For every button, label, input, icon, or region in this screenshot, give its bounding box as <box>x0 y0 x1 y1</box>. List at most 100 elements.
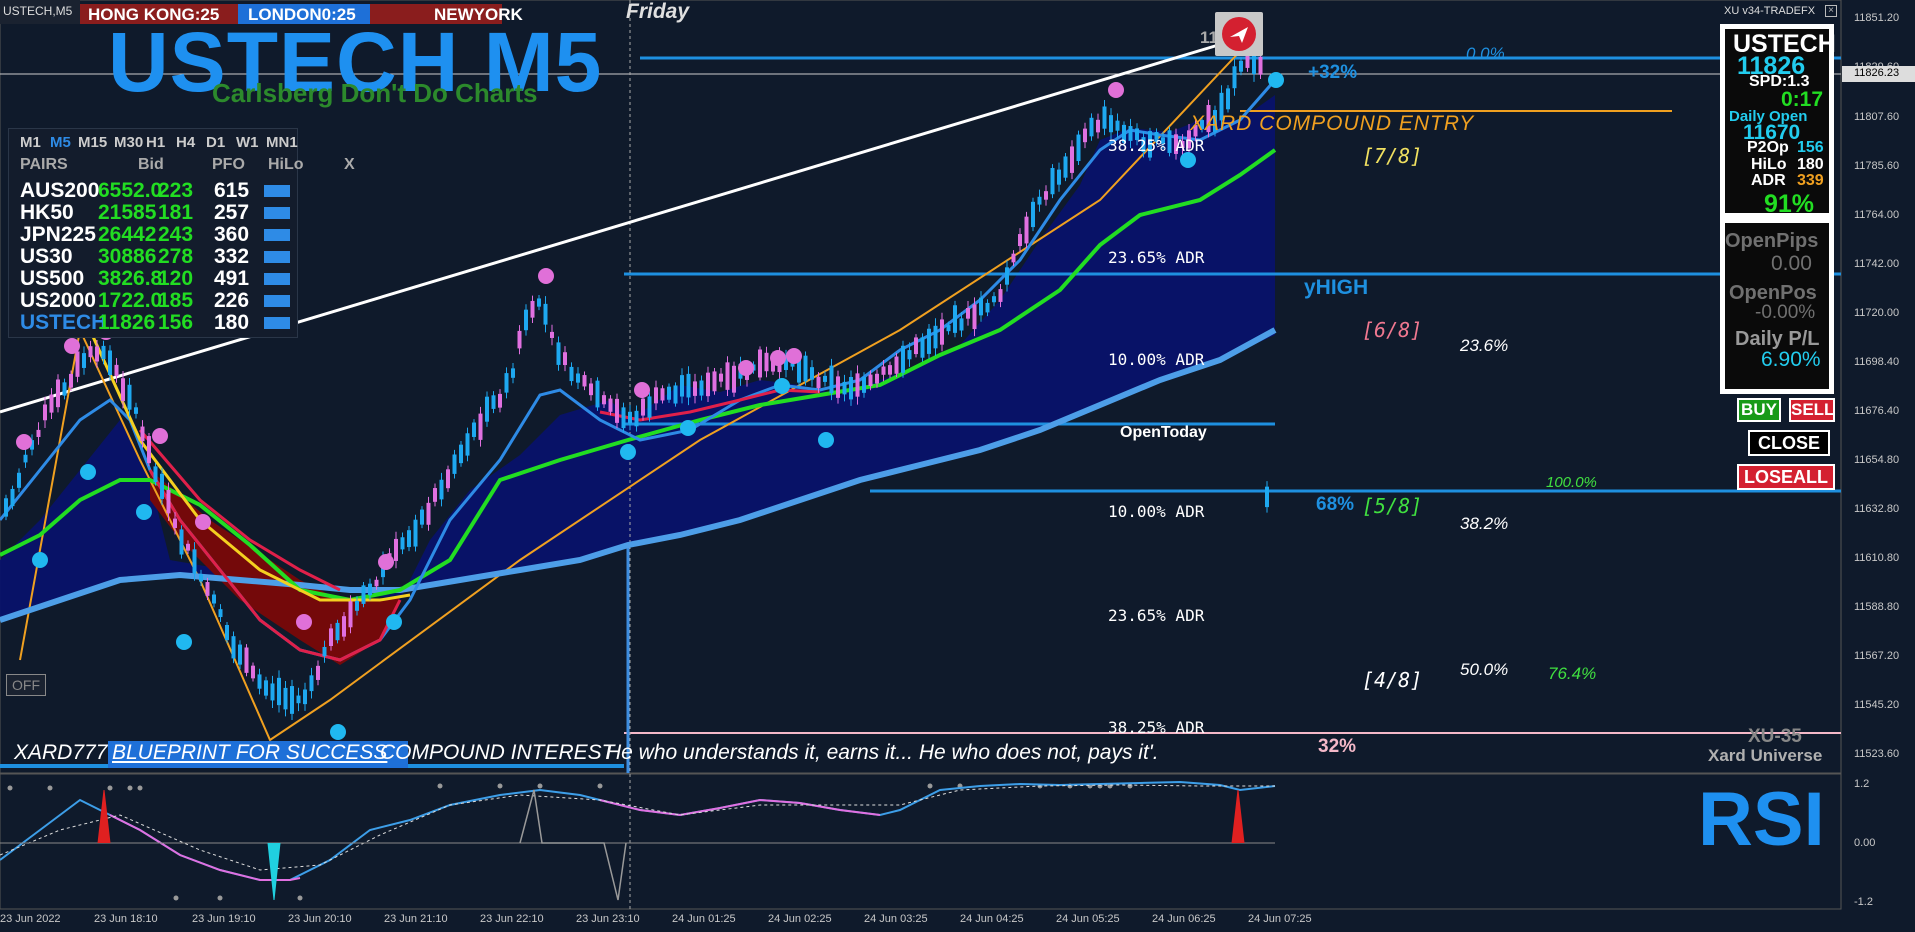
timeframe-h1[interactable]: H1 <box>146 134 165 151</box>
candle-body <box>576 373 580 383</box>
candle-body <box>75 351 80 377</box>
octave-7-8: [7/8] <box>1362 144 1423 168</box>
candle-body <box>459 444 463 464</box>
candle-body <box>1037 196 1042 205</box>
pair-bid: 1722.0 <box>98 289 163 312</box>
candle-body <box>810 367 814 380</box>
fib-38: 38.2% <box>1460 514 1509 533</box>
timeframe-m1[interactable]: M1 <box>20 134 41 151</box>
candle-body <box>628 411 632 424</box>
alert-badge[interactable] <box>1215 12 1263 56</box>
fib-100: 100.0% <box>1546 474 1597 491</box>
pair-hilo: 226 <box>214 289 250 312</box>
pair-bid: 30886 <box>98 245 157 268</box>
rsi-axis-bottom: -1.2 <box>1854 896 1873 908</box>
price-axis-label: 11742.00 <box>1854 258 1900 270</box>
rsi-marker-dot <box>437 783 443 789</box>
candle-body <box>199 574 203 582</box>
candle-body <box>621 407 626 429</box>
candle-body <box>803 355 808 382</box>
candle-body <box>1005 267 1009 285</box>
timeframe-w1[interactable]: W1 <box>236 134 259 151</box>
pair-pfo: 278 <box>158 245 194 268</box>
time-axis-label: 24 Jun 01:25 <box>672 913 736 925</box>
adr-label-lower-23: 23.65% ADR <box>1108 606 1205 625</box>
candle-body <box>82 353 86 368</box>
stats-adr-label: ADR <box>1751 172 1786 189</box>
candle-body <box>537 298 541 307</box>
open-today-label: OpenToday <box>1120 424 1207 441</box>
candle-body <box>335 622 340 641</box>
pair-bid: 3826.8 <box>98 267 163 290</box>
candle-body <box>498 393 502 408</box>
timeframe-m30[interactable]: M30 <box>114 134 143 151</box>
brand-name: Xard Universe <box>1708 746 1823 765</box>
sell-signal-dot <box>770 350 786 366</box>
pair-strength-bar <box>264 295 290 307</box>
candle-body <box>1024 216 1029 244</box>
candle-body <box>485 396 489 422</box>
candle-body <box>374 579 379 587</box>
buy-signal-dot <box>330 724 346 740</box>
price-axis-label: 11610.80 <box>1854 552 1900 564</box>
pair-hilo: 332 <box>214 245 250 268</box>
pair-bid: 11826 <box>98 311 156 334</box>
candle-body <box>907 350 912 360</box>
off-button[interactable]: OFF <box>6 674 46 696</box>
pair-pfo: 223 <box>158 179 194 202</box>
symbol-tab[interactable]: USTECH,M5 <box>0 0 80 24</box>
candle-body <box>329 628 333 647</box>
indicator-name: XU v34-TRADEFX <box>1724 5 1816 17</box>
candle-body <box>985 302 990 313</box>
candle-body <box>433 488 437 502</box>
candle-body <box>699 380 704 396</box>
candle-body <box>1115 120 1120 131</box>
stats-adr: 339 <box>1797 172 1824 189</box>
rsi-marker-dot <box>927 783 933 789</box>
sell-button[interactable]: SELL <box>1789 398 1835 422</box>
fib-23: 23.6% <box>1460 336 1509 355</box>
sell-signal-dot <box>16 434 32 450</box>
timeframe-h4[interactable]: H4 <box>176 134 195 151</box>
ticker-compound: COMPOUND INTEREST <box>380 741 615 764</box>
candle-body <box>348 601 353 628</box>
price-axis-label: 11567.20 <box>1854 650 1900 662</box>
candle-body <box>316 665 320 680</box>
candle-body <box>972 304 977 330</box>
close-all-button[interactable]: LOSEALL <box>1737 464 1835 490</box>
stats-p2op: 156 <box>1797 139 1824 156</box>
ticker-blueprint: BLUEPRINT FOR SUCCESS <box>112 741 388 764</box>
candle-body <box>173 518 177 529</box>
timeframe-m5[interactable]: M5 <box>50 134 71 151</box>
buy-button[interactable]: BUY <box>1737 398 1781 422</box>
candle-body <box>1057 169 1061 185</box>
candle-body <box>602 395 606 405</box>
candle-body <box>478 413 483 440</box>
pair-name: HK50 <box>20 201 74 224</box>
candle-body <box>589 383 593 396</box>
price-axis-label: 11632.80 <box>1854 503 1900 515</box>
adr-label-upper-10: 10.00% ADR <box>1108 350 1205 369</box>
candle-body <box>660 388 665 401</box>
price-axis-label: 11785.60 <box>1854 160 1900 172</box>
candle-body <box>1076 134 1081 162</box>
candle-body <box>901 345 905 373</box>
pair-hilo: 257 <box>214 201 250 224</box>
price-axis-label: 11720.00 <box>1854 307 1900 319</box>
timeframe-mn1[interactable]: MN1 <box>266 134 298 151</box>
adr-label-lower-10: 10.00% ADR <box>1108 502 1205 521</box>
candle-body <box>400 537 405 550</box>
candle-body <box>543 303 548 325</box>
timeframe-m15[interactable]: M15 <box>78 134 107 151</box>
candle-body <box>517 330 522 349</box>
candle-body <box>1109 115 1113 133</box>
pair-name: US2000 <box>20 289 96 312</box>
pair-bid: 6552.0 <box>98 179 163 202</box>
candle-body <box>1031 201 1035 228</box>
timeframe-d1[interactable]: D1 <box>206 134 225 151</box>
candle-body <box>654 387 658 404</box>
candle-body <box>212 594 216 604</box>
indicator-close-icon[interactable]: × <box>1825 5 1837 17</box>
close-button[interactable]: CLOSE <box>1748 430 1830 456</box>
candle-body <box>36 429 41 437</box>
